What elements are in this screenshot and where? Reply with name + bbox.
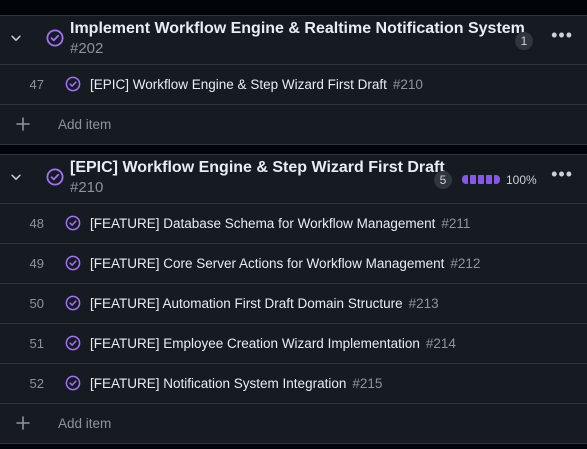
progress-segment (462, 175, 468, 184)
table-row[interactable]: 51 [FEATURE] Employee Creation Wizard Im… (0, 323, 587, 363)
add-item-row[interactable]: Add item (0, 104, 587, 144)
row-number: 52 (29, 376, 44, 391)
row-number: 50 (29, 296, 44, 311)
group-title-text[interactable]: [EPIC] Workflow Engine & Step Wizard Fir… (70, 159, 445, 176)
progress-segment (494, 175, 500, 184)
issue-closed-icon (65, 295, 81, 311)
plus-icon[interactable] (14, 115, 32, 133)
row-number: 48 (29, 216, 44, 231)
issue-closed-icon (65, 215, 81, 231)
chevron-down-icon[interactable] (6, 28, 26, 48)
table-row[interactable]: 50 [FEATURE] Automation First Draft Doma… (0, 283, 587, 323)
progress-percent: 100% (506, 173, 537, 187)
issue-closed-icon (65, 335, 81, 351)
item-ref: #215 (352, 376, 383, 391)
issue-closed-icon (65, 255, 81, 271)
add-item-label[interactable]: Add item (58, 105, 111, 144)
item-title[interactable]: [FEATURE] Automation First Draft Domain … (90, 284, 439, 323)
issue-closed-icon (46, 29, 64, 47)
item-ref: #214 (425, 336, 456, 351)
row-number: 51 (29, 336, 44, 351)
issue-closed-icon (65, 375, 81, 391)
issue-closed-icon (65, 76, 81, 92)
group-number[interactable]: #202 (70, 39, 530, 59)
group-header: Implement Workflow Engine & Realtime Not… (0, 16, 587, 64)
group-title[interactable]: [EPIC] Workflow Engine & Step Wizard Fir… (70, 157, 530, 198)
item-ref: #211 (441, 216, 471, 231)
item-count-badge: 1 (515, 32, 533, 50)
item-ref: #212 (450, 256, 481, 271)
group-number[interactable]: #210 (70, 178, 530, 198)
row-number: 47 (29, 77, 44, 92)
item-ref: #210 (392, 77, 423, 92)
add-item-row[interactable]: Add item (0, 403, 587, 443)
group-epic-210: [EPIC] Workflow Engine & Step Wizard Fir… (0, 154, 587, 444)
progress-segment (478, 175, 484, 184)
plus-icon[interactable] (14, 414, 32, 432)
item-title[interactable]: [EPIC] Workflow Engine & Step Wizard Fir… (90, 65, 423, 104)
issue-closed-icon (46, 168, 64, 186)
table-row[interactable]: 47 [EPIC] Workflow Engine & Step Wizard … (0, 64, 587, 104)
table-row[interactable]: 49 [FEATURE] Core Server Actions for Wor… (0, 243, 587, 283)
progress-segment (470, 175, 476, 184)
item-count-badge: 5 (434, 171, 452, 189)
group-title-text[interactable]: Implement Workflow Engine & Realtime Not… (70, 20, 525, 37)
kebab-menu-icon[interactable]: ••• (551, 26, 573, 48)
item-title[interactable]: [FEATURE] Employee Creation Wizard Imple… (90, 324, 456, 363)
group-header: [EPIC] Workflow Engine & Step Wizard Fir… (0, 155, 587, 203)
add-item-label[interactable]: Add item (58, 404, 111, 443)
kebab-menu-icon[interactable]: ••• (551, 165, 573, 187)
progress-segment (486, 175, 492, 184)
group-title[interactable]: Implement Workflow Engine & Realtime Not… (70, 18, 530, 59)
item-title[interactable]: [FEATURE] Core Server Actions for Workfl… (90, 244, 480, 283)
table-row[interactable]: 48 [FEATURE] Database Schema for Workflo… (0, 203, 587, 243)
item-ref: #213 (408, 296, 439, 311)
row-number: 49 (29, 256, 44, 271)
chevron-down-icon[interactable] (6, 167, 26, 187)
item-title[interactable]: [FEATURE] Database Schema for Workflow M… (90, 204, 470, 243)
item-title[interactable]: [FEATURE] Notification System Integratio… (90, 364, 382, 403)
table-row[interactable]: 52 [FEATURE] Notification System Integra… (0, 363, 587, 403)
progress-bar (462, 175, 500, 184)
group-epic-202: Implement Workflow Engine & Realtime Not… (0, 15, 587, 145)
